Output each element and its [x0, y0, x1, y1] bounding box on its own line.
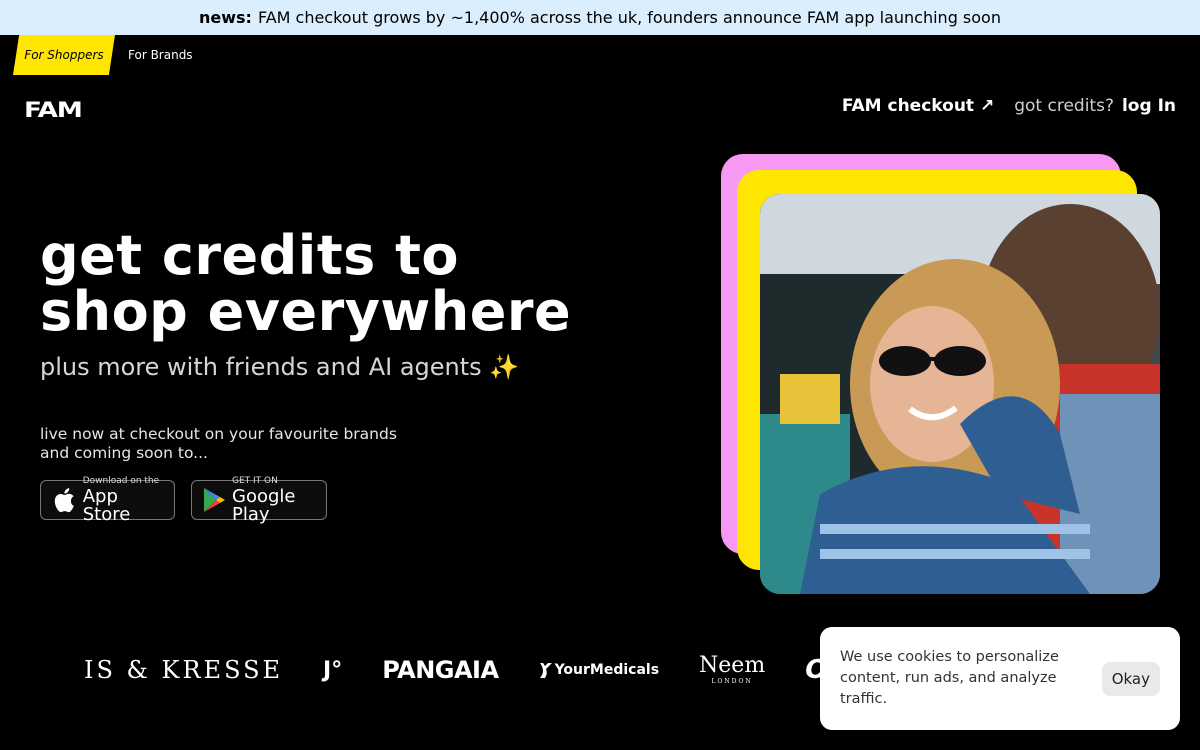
google-play-text: GET IT ON Google Play [232, 475, 316, 525]
news-banner[interactable]: news: FAM checkout grows by ~1,400% acro… [0, 0, 1200, 35]
nav-login-link[interactable]: log In [1122, 96, 1176, 116]
hero-photo [760, 194, 1160, 594]
google-play-button[interactable]: GET IT ON Google Play [191, 476, 327, 523]
news-text: FAM checkout grows by ~1,400% across the… [257, 8, 1001, 27]
google-play-icon [202, 486, 226, 514]
tab-for-shoppers[interactable]: For Shoppers [13, 35, 115, 75]
brand-logo-jo: J° [323, 657, 343, 683]
hero-subhead: plus more with friends and AI agents ✨ [40, 353, 520, 381]
yourmedicals-text: YourMedicals [554, 662, 660, 678]
google-play-small-label: GET IT ON [232, 475, 278, 486]
app-store-big-label: App Store [82, 485, 131, 525]
app-store-text: Download on the App Store [82, 475, 164, 525]
headline-line-2: shop everywhere [40, 280, 572, 343]
neem-subtext: LONDON [711, 678, 753, 685]
google-play-big-label: Google Play [232, 485, 296, 525]
brand-logo-elvis-kresse: IS & KRESSE [84, 656, 284, 684]
nav-got-credits: got credits? [1014, 96, 1114, 116]
tab-for-brands[interactable]: For Brands [128, 35, 193, 75]
headline-line-1: get credits to [40, 224, 459, 287]
brand-logo-neem: Neem LONDON [699, 655, 765, 685]
brand-logo-yourmedicals: YourMedicals [539, 661, 659, 679]
news-prefix: news: [199, 8, 252, 27]
apple-icon [51, 486, 77, 514]
top-navigation: FAM checkout ↗ got credits? log In [842, 96, 1176, 116]
brand-logos-row: IS & KRESSE J° PANGAIA YourMedicals Neem… [84, 650, 936, 690]
app-store-button[interactable]: Download on the App Store [40, 476, 175, 523]
live-note-line-1: live now at checkout on your favourite b… [40, 425, 397, 443]
cookie-banner: We use cookies to personalize content, r… [820, 627, 1180, 730]
hero-headline: get credits to shop everywhere [40, 228, 660, 340]
live-note: live now at checkout on your favourite b… [40, 425, 460, 463]
live-note-line-2: and coming soon to... [40, 444, 208, 462]
nav-fam-checkout-link[interactable]: FAM checkout ↗ [842, 96, 994, 116]
brand-logo-pangaia: PANGAIA [382, 656, 499, 684]
hero-photo-illustration [760, 194, 1160, 594]
yourmedicals-icon [539, 663, 552, 678]
neem-text: Neem [699, 653, 766, 678]
cookie-okay-button[interactable]: Okay [1101, 661, 1160, 696]
app-store-small-label: Download on the [82, 475, 160, 486]
fam-logo[interactable]: FAM [24, 98, 83, 122]
cookie-message: We use cookies to personalize content, r… [840, 649, 1059, 707]
